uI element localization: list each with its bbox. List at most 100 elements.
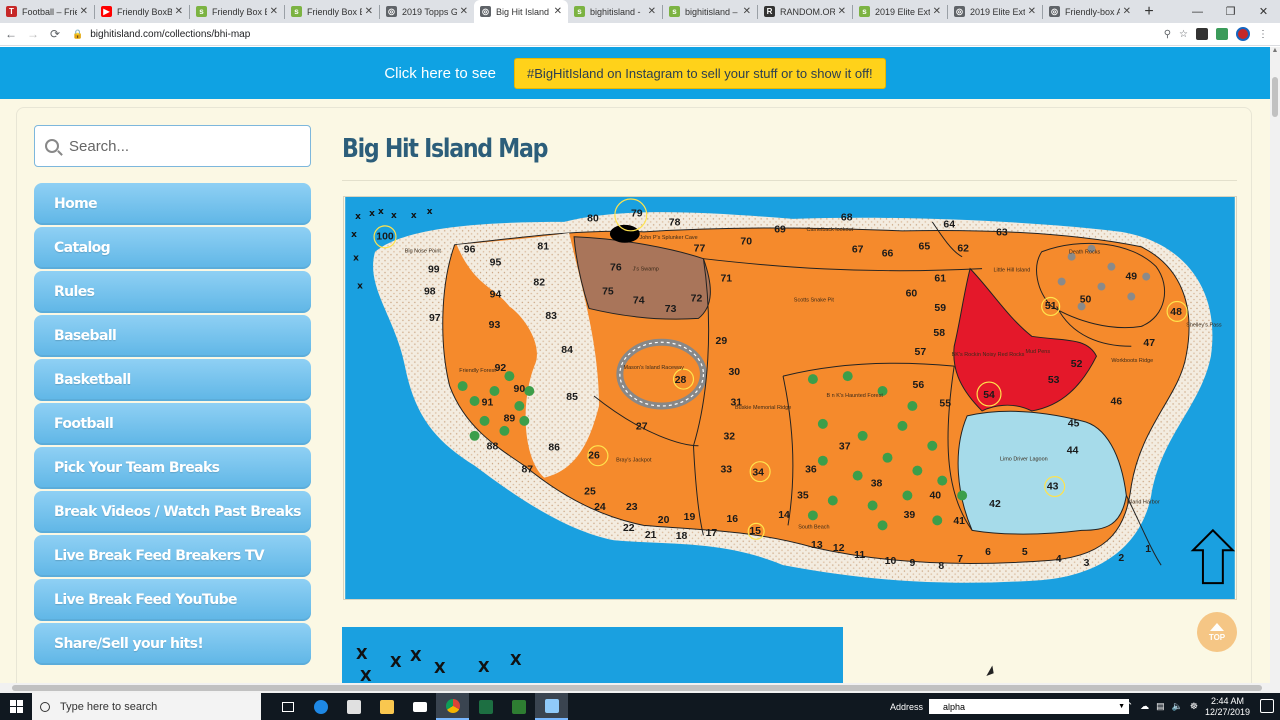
map-location-number: 11 xyxy=(854,550,865,561)
map-location-number: 57 xyxy=(915,347,927,358)
browser-tab[interactable]: s bighitisland – ✕ xyxy=(663,0,757,23)
start-button[interactable] xyxy=(0,693,32,720)
system-clock[interactable]: 2:44 AM 12/27/2019 xyxy=(1205,696,1250,718)
back-to-top-button[interactable]: TOP xyxy=(1197,612,1237,652)
minimize-icon[interactable]: — xyxy=(1181,0,1214,23)
bookmark-star-icon[interactable]: ☆ xyxy=(1179,29,1188,40)
vertical-scrollbar[interactable]: ▲ xyxy=(1270,47,1280,683)
close-window-icon[interactable]: ✕ xyxy=(1247,0,1280,23)
browser-tab[interactable]: ◎ Big Hit Island ✕ xyxy=(474,0,568,23)
tab-close-icon[interactable]: ✕ xyxy=(743,6,751,17)
tab-close-icon[interactable]: ✕ xyxy=(838,6,846,17)
browser-tab[interactable]: ◎ 2019 Topps Gi ✕ xyxy=(380,0,474,23)
map-place-label: John P's Splunker Cave xyxy=(640,235,698,241)
browser-tab[interactable]: s Friendly Box B ✕ xyxy=(285,0,379,23)
tab-close-icon[interactable]: ✕ xyxy=(270,6,278,17)
tab-close-icon[interactable]: ✕ xyxy=(460,6,468,17)
tab-close-icon[interactable]: ✕ xyxy=(1028,6,1036,17)
browser-tab[interactable]: s bighitisland - ✕ xyxy=(568,0,662,23)
network-icon[interactable]: ▤ xyxy=(1156,701,1165,712)
notepad-icon[interactable] xyxy=(535,693,568,720)
tab-close-icon[interactable]: ✕ xyxy=(175,6,183,17)
tab-close-icon[interactable]: ✕ xyxy=(933,6,941,17)
scrollbar-thumb[interactable] xyxy=(12,685,1262,691)
sidebar-item[interactable]: Rules xyxy=(34,271,311,313)
extension-icon[interactable] xyxy=(1196,28,1208,40)
tree-dot xyxy=(937,475,948,486)
search-box[interactable] xyxy=(34,125,311,167)
tab-close-icon[interactable]: ✕ xyxy=(648,6,656,17)
chevron-up-icon[interactable]: ⌃ xyxy=(1126,701,1134,712)
back-icon[interactable]: ← xyxy=(0,27,22,41)
sidebar-item[interactable]: Live Break Feed Breakers TV xyxy=(34,535,311,577)
scroll-up-icon[interactable]: ▲ xyxy=(1270,47,1280,57)
address-input[interactable]: alpha ▼ xyxy=(929,699,1130,714)
task-view-icon[interactable] xyxy=(271,693,304,720)
sidebar-item-label: Football xyxy=(54,416,114,432)
forward-icon[interactable]: → xyxy=(22,27,44,41)
chrome-icon[interactable] xyxy=(436,693,469,720)
browser-tab[interactable]: ◎ Friendly-box A ✕ xyxy=(1043,0,1137,23)
browser-tab[interactable]: T Football – Frie ✕ xyxy=(0,0,94,23)
menu-kebab-icon[interactable]: ⋮ xyxy=(1258,29,1268,40)
profile-avatar[interactable] xyxy=(1236,27,1250,41)
island-map[interactable]: xxxxxx xxx Big Nose PointJohn P's Splunk… xyxy=(343,196,1237,600)
sidebar-item[interactable]: Live Break Feed YouTube xyxy=(34,579,311,621)
store-icon[interactable] xyxy=(337,693,370,720)
browser-tab[interactable]: ◎ 2019 Elite Extr ✕ xyxy=(948,0,1042,23)
sidebar-item[interactable]: Break Videos / Watch Past Breaks xyxy=(34,491,311,533)
secondary-map[interactable]: XXX X XXX xyxy=(342,627,843,683)
edge-icon[interactable] xyxy=(304,693,337,720)
reload-icon[interactable]: ⟳ xyxy=(44,27,66,41)
sidebar-item[interactable]: Football xyxy=(34,403,311,445)
instagram-banner[interactable]: Click here to see #BigHitIsland on Insta… xyxy=(0,47,1270,99)
browser-tab[interactable]: s 2019 Elite Extr ✕ xyxy=(853,0,947,23)
instagram-button[interactable]: #BigHitIsland on Instagram to sell your … xyxy=(514,57,886,89)
sidebar-item[interactable]: Baseball xyxy=(34,315,311,357)
extension-icon[interactable] xyxy=(1216,28,1228,40)
sidebar-item[interactable]: Catalog xyxy=(34,227,311,269)
cloud-icon[interactable]: ☁ xyxy=(1140,701,1149,712)
sidebar-item[interactable]: Pick Your Team Breaks xyxy=(34,447,311,489)
tree-dot xyxy=(807,510,818,521)
sidebar-item[interactable]: Home xyxy=(34,183,311,225)
map-location-number: 40 xyxy=(929,490,941,501)
restore-icon[interactable]: ❐ xyxy=(1214,0,1247,23)
browser-tab[interactable]: R RANDOM.ORG✕ xyxy=(758,0,852,23)
tree-dot xyxy=(867,500,878,511)
sidebar-item[interactable]: Basketball xyxy=(34,359,311,401)
map-location-number: 26 xyxy=(588,450,600,461)
map-location-number: 63 xyxy=(996,228,1008,239)
map-location-number: 80 xyxy=(587,214,599,225)
app-icon[interactable] xyxy=(502,693,535,720)
tab-close-icon[interactable]: ✕ xyxy=(554,6,562,17)
sidebar-item-label: Rules xyxy=(54,284,95,300)
wifi-icon[interactable]: ☸ xyxy=(1190,701,1198,712)
notification-icon[interactable] xyxy=(1260,699,1274,713)
scrollbar-thumb[interactable] xyxy=(1272,77,1278,117)
tab-close-icon[interactable]: ✕ xyxy=(365,6,373,17)
map-location-number: 86 xyxy=(548,443,560,454)
taskbar-search[interactable]: Type here to search xyxy=(32,693,261,720)
tab-title: 2019 Elite Extr xyxy=(875,6,930,17)
clock-date: 12/27/2019 xyxy=(1204,706,1250,717)
new-tab-icon[interactable]: + xyxy=(1137,0,1161,23)
horizontal-scrollbar[interactable] xyxy=(0,683,1280,693)
mail-icon[interactable] xyxy=(403,693,436,720)
browser-tab[interactable]: s Friendly Box B ✕ xyxy=(190,0,284,23)
map-location-number: 99 xyxy=(428,264,440,275)
volume-icon[interactable]: 🔈 xyxy=(1172,701,1183,712)
excel-icon[interactable] xyxy=(469,693,502,720)
url-field[interactable]: 🔒 bighitisland.com/collections/bhi-map xyxy=(72,29,1164,40)
browser-tab[interactable]: ▶ Friendly BoxBr ✕ xyxy=(95,0,189,23)
sidebar-item[interactable]: Share/Sell your hits! xyxy=(34,623,311,665)
map-location-number: 100 xyxy=(376,232,394,243)
map-location-number: 31 xyxy=(730,398,742,409)
chevron-down-icon[interactable]: ▼ xyxy=(1118,703,1125,710)
map-location-number: 88 xyxy=(487,442,499,453)
tab-close-icon[interactable]: ✕ xyxy=(80,6,88,17)
search-input[interactable] xyxy=(69,137,289,155)
zoom-icon[interactable]: ⚲ xyxy=(1164,29,1171,40)
tab-close-icon[interactable]: ✕ xyxy=(1123,6,1131,17)
file-explorer-icon[interactable] xyxy=(370,693,403,720)
